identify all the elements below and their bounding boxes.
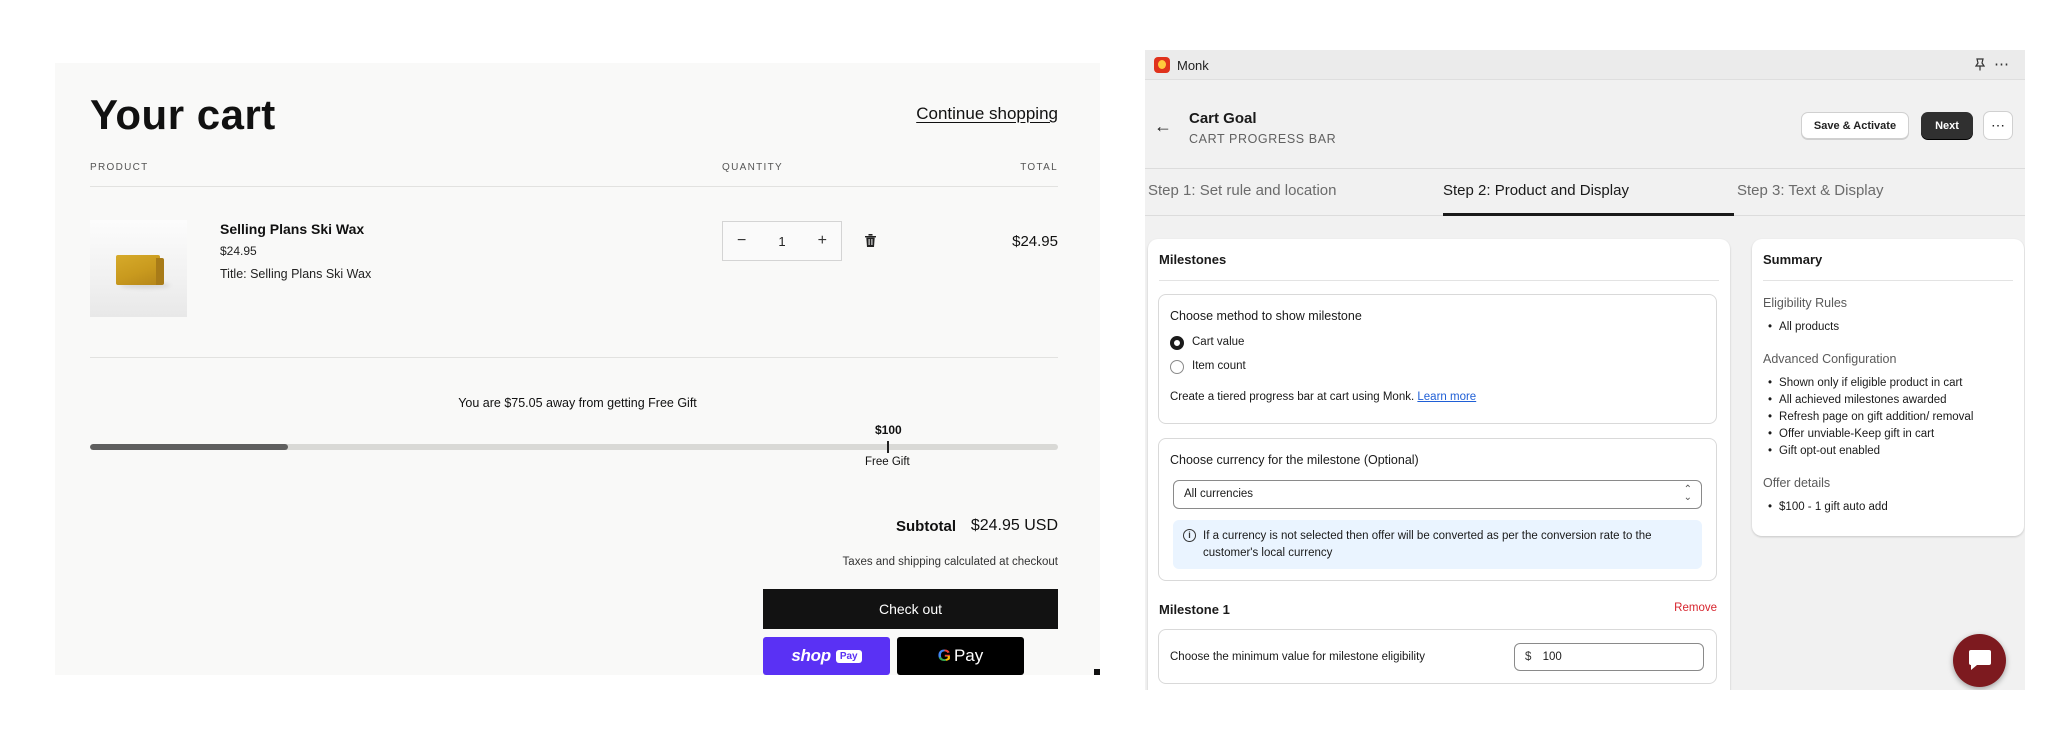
advanced-item: All achieved milestones awarded xyxy=(1768,394,1946,406)
eligibility-title: Eligibility Rules xyxy=(1763,296,1848,310)
save-activate-button[interactable]: Save & Activate xyxy=(1801,112,1909,139)
progress-fill xyxy=(90,444,289,450)
pin-icon[interactable] xyxy=(1975,58,1985,71)
more-actions-button[interactable]: ⋯ xyxy=(1983,111,2013,140)
select-arrows-icon: ⌃ ⌄ xyxy=(1683,484,1692,503)
total-column-header: TOTAL xyxy=(1020,162,1058,173)
cart-value-option[interactable]: Cart value xyxy=(1192,336,1244,348)
quantity-column-header: QUANTITY xyxy=(722,162,783,173)
monk-app-window: Monk ⋯ ← Cart Goal CART PROGRESS BAR Sav… xyxy=(1145,50,2025,690)
next-button[interactable]: Next xyxy=(1921,112,1973,139)
milestones-heading: Milestones xyxy=(1159,252,1227,267)
product-image[interactable] xyxy=(90,220,187,317)
subtotal-value: $24.95 USD xyxy=(970,517,1058,534)
currency-info-text: If a currency is not selected then offer… xyxy=(1203,530,1652,559)
product-name[interactable]: Selling Plans Ski Wax xyxy=(220,221,364,237)
product-price: $24.95 xyxy=(220,244,257,258)
quantity-stepper: − 1 + xyxy=(722,221,842,261)
active-tab-indicator xyxy=(1443,213,1734,216)
cart-value-radio[interactable] xyxy=(1170,336,1184,350)
window-more-icon[interactable]: ⋯ xyxy=(1994,55,2010,73)
tab-step-1[interactable]: Step 1: Set rule and location xyxy=(1148,182,1336,199)
advanced-item: Shown only if eligible product in cart xyxy=(1768,377,1962,389)
item-count-option[interactable]: Item count xyxy=(1192,360,1246,372)
offer-item: $100 - 1 gift auto add xyxy=(1768,501,1888,513)
google-pay-label: Pay xyxy=(953,646,984,665)
min-value-label: Choose the minimum value for milestone e… xyxy=(1170,651,1426,663)
summary-card: Summary Eligibility Rules All products A… xyxy=(1752,239,2024,536)
continue-shopping-link[interactable]: Continue shopping xyxy=(916,104,1058,124)
advanced-item: Gift opt-out enabled xyxy=(1768,445,1880,457)
method-label: Choose method to show milestone xyxy=(1170,309,1362,323)
milestone-amount: $100 xyxy=(875,423,902,437)
min-value-input[interactable]: $ 100 xyxy=(1514,643,1704,671)
milestones-card: Milestones Choose method to show milesto… xyxy=(1148,239,1730,690)
back-arrow-icon[interactable]: ← xyxy=(1154,116,1172,137)
shop-pay-badge: Pay xyxy=(835,649,862,663)
decrease-quantity-button[interactable]: − xyxy=(737,232,746,250)
advanced-title: Advanced Configuration xyxy=(1763,352,1897,366)
trash-icon[interactable] xyxy=(865,234,876,247)
milestone-helper: Create a tiered progress bar at cart usi… xyxy=(1170,391,1476,403)
summary-divider xyxy=(1763,280,2013,281)
google-g-icon: G xyxy=(937,646,951,665)
quantity-value[interactable]: 1 xyxy=(778,234,785,249)
page-title: Cart Goal xyxy=(1189,110,1257,127)
tab-step-3[interactable]: Step 3: Text & Display xyxy=(1737,182,1883,199)
shop-pay-button[interactable]: shop Pay xyxy=(763,637,890,675)
item-divider xyxy=(90,357,1058,358)
checkout-button[interactable]: Check out xyxy=(763,589,1058,629)
currency-info-banner: i If a currency is not selected then off… xyxy=(1173,520,1702,569)
product-variant: Title: Selling Plans Ski Wax xyxy=(220,267,372,281)
currency-prefix: $ xyxy=(1525,651,1532,663)
chat-button[interactable] xyxy=(1953,634,2006,687)
milestone-label: Free Gift xyxy=(865,456,910,468)
tabs-top-divider xyxy=(1145,168,2025,169)
advanced-item: Offer unviable-Keep gift in cart xyxy=(1768,428,1934,440)
corner-mark xyxy=(1094,669,1100,675)
app-topbar: Monk ⋯ xyxy=(1145,50,2025,80)
page-subtitle: CART PROGRESS BAR xyxy=(1189,132,1337,146)
progress-track xyxy=(90,444,1058,450)
ski-wax-side xyxy=(156,258,164,285)
header-divider xyxy=(90,186,1058,187)
eligibility-item: All products xyxy=(1768,321,1839,333)
milestone-1-section: Choose the minimum value for milestone e… xyxy=(1158,629,1717,684)
milestone-marker xyxy=(887,441,889,453)
increase-quantity-button[interactable]: + xyxy=(818,232,827,250)
product-column-header: PRODUCT xyxy=(90,162,149,173)
ski-wax-block xyxy=(116,255,160,285)
app-name: Monk xyxy=(1177,58,1209,73)
tax-note: Taxes and shipping calculated at checkou… xyxy=(842,556,1058,568)
currency-section: Choose currency for the milestone (Optio… xyxy=(1158,438,1717,581)
offer-title: Offer details xyxy=(1763,476,1831,490)
line-total: $24.95 xyxy=(1012,233,1058,250)
milestone-1-heading: Milestone 1 xyxy=(1159,602,1230,617)
tab-step-2[interactable]: Step 2: Product and Display xyxy=(1443,182,1629,199)
info-icon: i xyxy=(1183,529,1196,542)
summary-heading: Summary xyxy=(1763,252,1823,267)
currency-select-value: All currencies xyxy=(1184,488,1254,500)
chat-icon xyxy=(1969,650,1991,670)
page-title: Your cart xyxy=(90,91,276,138)
remove-milestone-button[interactable]: Remove xyxy=(1674,602,1717,614)
milestones-divider xyxy=(1159,280,1719,281)
shop-pay-wordmark: shop xyxy=(791,646,831,665)
currency-select[interactable]: All currencies ⌃ ⌄ xyxy=(1173,480,1702,509)
item-count-radio[interactable] xyxy=(1170,360,1184,374)
min-value: 100 xyxy=(1542,651,1562,663)
google-pay-button[interactable]: G Pay xyxy=(897,637,1024,675)
learn-more-link[interactable]: Learn more xyxy=(1417,391,1476,403)
subtotal-label: Subtotal xyxy=(896,518,956,535)
advanced-item: Refresh page on gift addition/ removal xyxy=(1768,411,1973,423)
method-section: Choose method to show milestone Cart val… xyxy=(1158,294,1717,424)
milestone-helper-text: Create a tiered progress bar at cart usi… xyxy=(1170,391,1415,403)
gift-progress-message: You are $75.05 away from getting Free Gi… xyxy=(458,396,697,410)
currency-label: Choose currency for the milestone (Optio… xyxy=(1170,453,1419,467)
cart-page: Your cart Continue shopping PRODUCT QUAN… xyxy=(55,63,1100,675)
monk-logo-icon xyxy=(1154,57,1170,73)
